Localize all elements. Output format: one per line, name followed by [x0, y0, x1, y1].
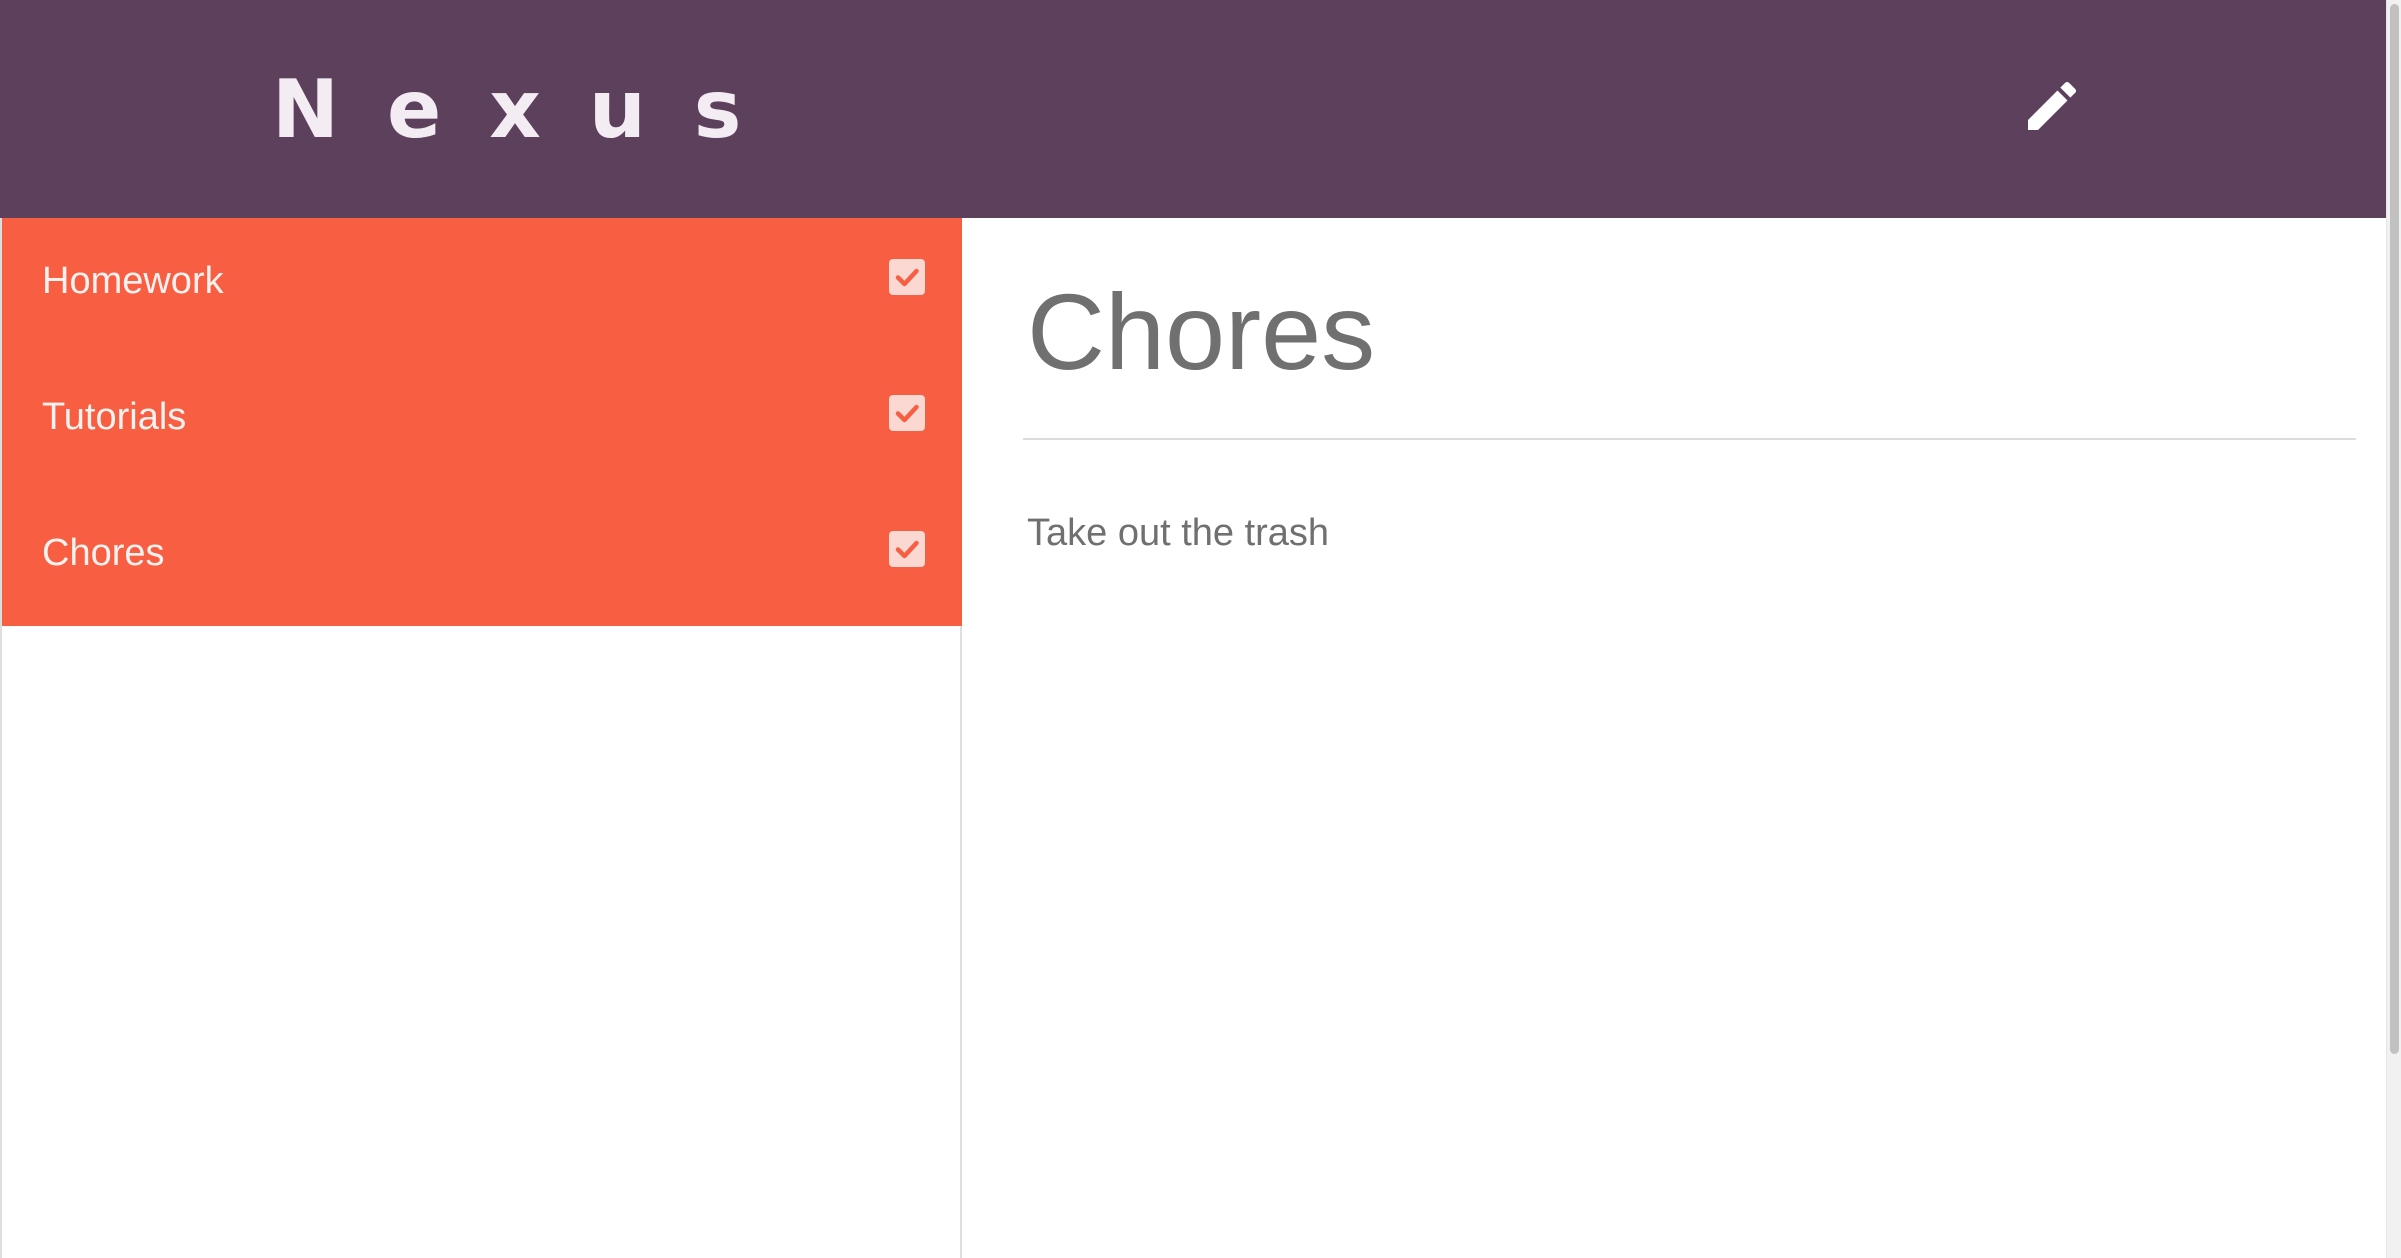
scrollbar[interactable]	[2386, 0, 2401, 1258]
scrollbar-thumb[interactable]	[2390, 4, 2399, 1054]
note-content: Take out the trash	[1027, 512, 1330, 554]
sidebar-item-tutorials[interactable]: Tutorials	[2, 354, 962, 490]
checkbox-checked-icon[interactable]	[889, 259, 925, 295]
app-window: Nexus Homework Tutorials Chores Chores T…	[0, 0, 2401, 1258]
divider	[1023, 438, 2356, 440]
page-title: Chores	[1027, 271, 1376, 392]
checkbox-checked-icon[interactable]	[889, 395, 925, 431]
sidebar-item-homework[interactable]: Homework	[2, 218, 962, 354]
sidebar-item-label: Chores	[42, 532, 165, 574]
edit-button[interactable]	[2020, 74, 2084, 138]
main-content: Chores Take out the trash	[963, 218, 2386, 1258]
checkbox-checked-icon[interactable]	[889, 531, 925, 567]
sidebar: Homework Tutorials Chores	[0, 218, 962, 1258]
sidebar-item-label: Tutorials	[42, 396, 187, 438]
pencil-icon	[2028, 81, 2077, 130]
app-brand: Nexus	[272, 63, 790, 156]
sidebar-item-chores[interactable]: Chores	[2, 490, 962, 626]
header-bar: Nexus	[0, 0, 2386, 218]
sidebar-item-label: Homework	[42, 260, 224, 302]
list-group: Homework Tutorials Chores	[2, 218, 962, 626]
